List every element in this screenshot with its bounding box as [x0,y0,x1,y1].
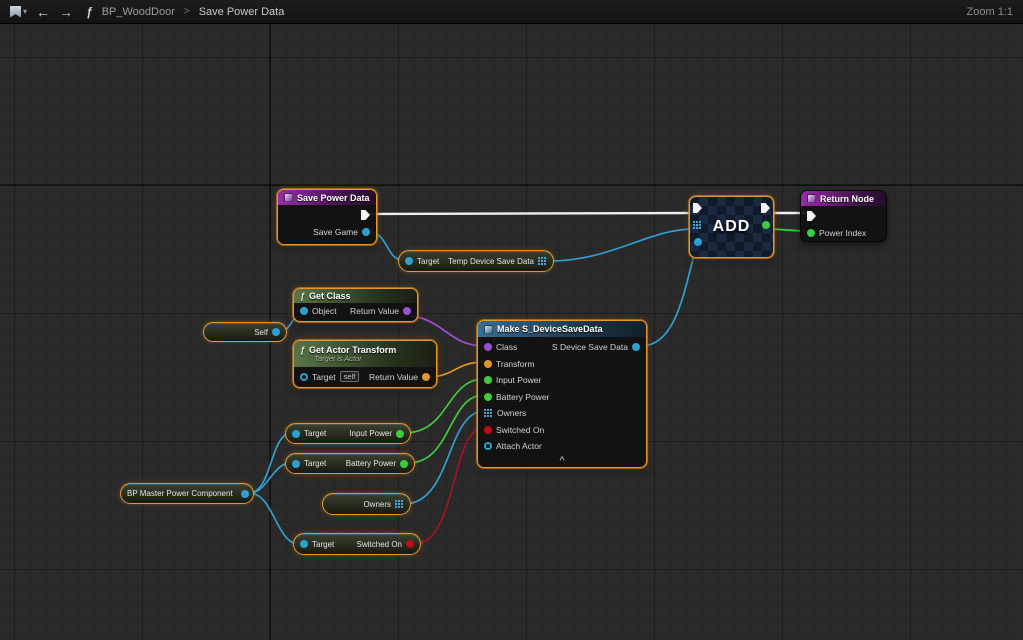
pin-label: Attach Actor [496,441,542,451]
output-pin[interactable] [241,490,249,498]
attach-actor-pin[interactable] [484,442,492,450]
transform-pin[interactable] [484,360,492,368]
target-pin[interactable] [292,430,300,438]
return-node-icon [807,194,816,203]
pin-label: S Device Save Data [552,342,628,352]
variable-label: Self [254,328,268,337]
input-power-pin[interactable] [484,376,492,384]
node-header: Save Power Data [278,190,376,205]
pin-label: Object [312,306,337,316]
variable-label: Battery Power [346,459,396,468]
var-self[interactable]: Self [203,322,287,342]
target-pin[interactable] [300,373,308,381]
toolbar: ▾ ← → ƒ BP_WoodDoor > Save Power Data Zo… [0,0,1023,24]
node-header: ƒ Get Actor Transform Target is Actor [294,341,436,367]
node-subtitle: Target is Actor [314,355,430,363]
breadcrumb-separator: > [184,6,190,17]
switched-on-pin[interactable] [484,426,492,434]
pin-label: Input Power [496,375,541,385]
node-title: Save Power Data [297,193,370,203]
pin-label: Target [304,429,326,438]
variable-label: Input Power [349,429,392,438]
node-get-class[interactable]: ƒ Get Class Object Return Value [293,288,418,322]
pin-label: Target [312,372,336,382]
variable-label: Owners [363,500,391,509]
pin-label: Power Index [819,228,866,238]
array-output-pin[interactable] [538,257,547,266]
var-switched-on[interactable]: Target Switched On [293,533,421,555]
back-button[interactable]: ← [36,5,50,19]
node-header: Return Node [801,191,886,206]
pin-label: Transform [496,359,534,369]
node-get-actor-transform[interactable]: ƒ Get Actor Transform Target is Actor Ta… [293,340,437,388]
node-array-add[interactable]: ADD [689,196,774,258]
breadcrumb-blueprint[interactable]: BP_WoodDoor [102,6,175,18]
target-default-value[interactable]: self [340,371,360,382]
node-title: Return Node [820,194,874,204]
dropdown-chevron-icon: ▾ [23,7,27,16]
var-input-power[interactable]: Target Input Power [285,423,411,444]
class-pin[interactable] [484,343,492,351]
node-title: Get Class [309,291,351,301]
node-return[interactable]: Return Node Power Index [800,190,887,242]
graph-canvas[interactable]: Save Power Data Save Game Return Node Po… [0,0,1023,640]
blueprint-asset-button[interactable]: ▾ [10,6,27,18]
pin-label: Class [496,342,517,352]
var-bp-master-power-component[interactable]: BP Master Power Component [120,483,254,504]
pin-label: Return Value [350,306,399,316]
node-header: ƒ Get Class [294,289,417,303]
target-pin[interactable] [405,257,413,265]
owners-array-pin[interactable] [484,409,493,418]
node-header: Make S_DeviceSaveData [478,321,646,337]
exec-output-pin[interactable] [361,210,370,220]
node-save-power-data[interactable]: Save Power Data Save Game [277,189,377,245]
struct-output-pin[interactable] [632,343,640,351]
bookmark-icon [10,6,21,18]
node-make-struct[interactable]: Make S_DeviceSaveData Class S Device Sav… [477,320,647,468]
variable-label: Switched On [357,540,402,549]
var-temp-device-save-data[interactable]: Target Temp Device Save Data [398,250,554,272]
zoom-level: Zoom 1:1 [967,6,1013,18]
pin-label: Switched On [496,425,544,435]
output-pin[interactable] [406,540,414,548]
pure-function-icon: ƒ [300,345,305,355]
pure-function-icon: ƒ [300,291,305,301]
make-struct-icon [484,325,493,334]
variable-label: BP Master Power Component [127,489,233,498]
array-output-pin[interactable] [395,500,404,509]
pin-label: Save Game [313,227,358,237]
output-pin[interactable] [400,460,408,468]
self-output-pin[interactable] [272,328,280,336]
pin-label: Return Value [369,372,418,382]
node-title: ADD [690,197,773,257]
target-pin[interactable] [300,540,308,548]
node-title: Make S_DeviceSaveData [497,324,603,334]
collapse-chevron-icon[interactable]: ^ [484,455,640,468]
return-value-pin[interactable] [403,307,411,315]
var-owners[interactable]: Owners [322,493,411,515]
pin-label: Target [304,459,326,468]
output-pin[interactable] [396,430,404,438]
pin-label: Battery Power [496,392,549,402]
var-battery-power[interactable]: Target Battery Power [285,453,415,474]
function-entry-icon [284,193,293,202]
pin-label: Target [417,257,439,266]
target-pin[interactable] [292,460,300,468]
battery-power-pin[interactable] [484,393,492,401]
function-icon: ƒ [86,5,93,19]
breadcrumb-function: Save Power Data [199,6,285,18]
power-index-pin[interactable] [807,229,815,237]
forward-button[interactable]: → [59,5,73,19]
save-game-pin[interactable] [362,228,370,236]
exec-input-pin[interactable] [807,211,816,221]
pin-label: Target [312,540,334,549]
variable-label: Temp Device Save Data [448,257,534,266]
pin-label: Owners [497,408,526,418]
object-pin[interactable] [300,307,308,315]
return-value-pin[interactable] [422,373,430,381]
